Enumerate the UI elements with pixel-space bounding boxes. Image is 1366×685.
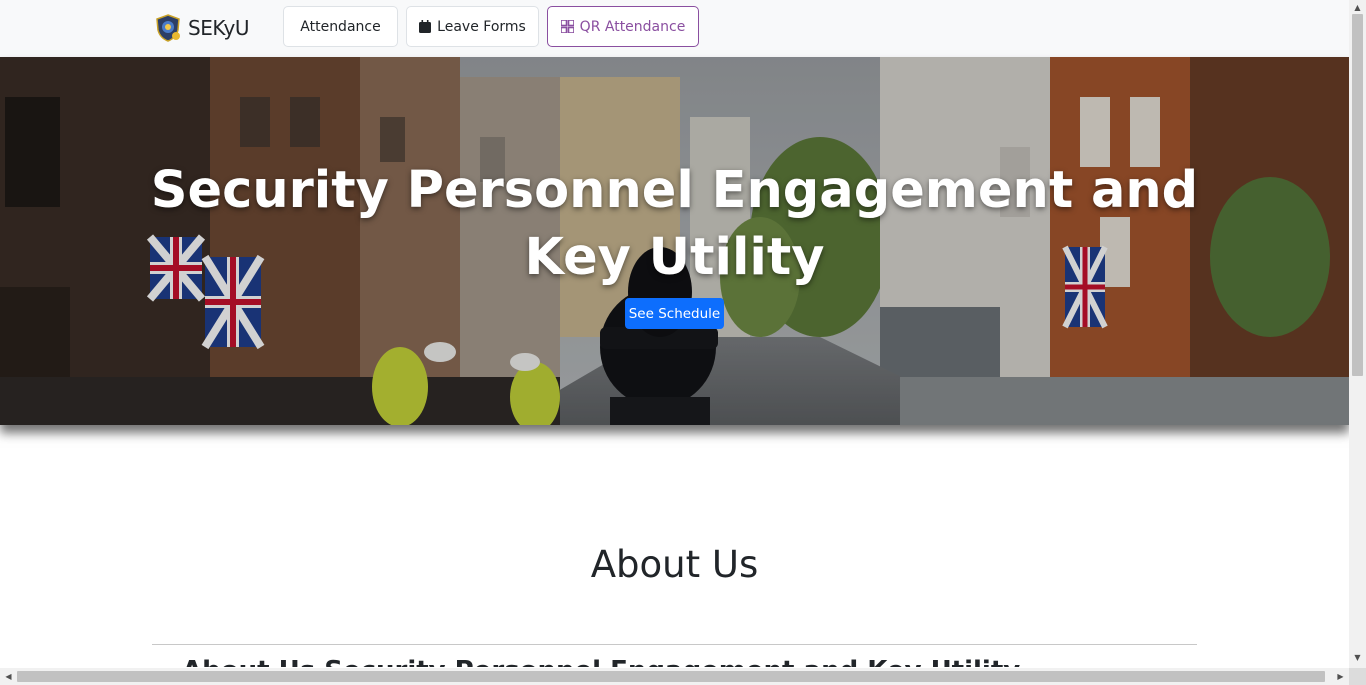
arrow-up-icon[interactable]: ▲ (1352, 2, 1363, 13)
hero-title: Security Personnel Engagement and Key Ut… (150, 161, 1199, 287)
horizontal-scroll-thumb[interactable] (17, 671, 1325, 682)
qr-attendance-button-label: QR Attendance (579, 18, 686, 35)
top-navbar: SEKyU Attendance Leave Forms QR Attendan… (0, 0, 1349, 57)
hero-banner: Security Personnel Engagement and Key Ut… (0, 57, 1349, 425)
arrow-left-icon[interactable]: ◀ (3, 671, 14, 682)
about-heading: About Us (590, 543, 759, 586)
qr-attendance-button[interactable]: QR Attendance (547, 6, 699, 47)
brand-name: SEKyU (188, 16, 249, 40)
attendance-button-label: Attendance (300, 18, 381, 35)
about-subheading: About Us Security Personnel Engagement a… (182, 654, 1020, 667)
attendance-button[interactable]: Attendance (283, 6, 398, 47)
brand-logo-icon (156, 14, 180, 42)
section-divider (152, 644, 1197, 645)
leave-forms-button[interactable]: Leave Forms (406, 6, 539, 47)
arrow-right-icon[interactable]: ▶ (1335, 671, 1346, 682)
arrow-down-icon[interactable]: ▼ (1352, 652, 1363, 663)
scrollbar-corner (1349, 668, 1366, 685)
grid-icon (560, 20, 574, 33)
brand[interactable]: SEKyU (154, 11, 249, 45)
calendar-icon (419, 20, 432, 33)
see-schedule-button[interactable]: See Schedule (625, 298, 724, 329)
leave-forms-button-label: Leave Forms (437, 18, 526, 35)
vertical-scroll-thumb[interactable] (1352, 14, 1363, 376)
